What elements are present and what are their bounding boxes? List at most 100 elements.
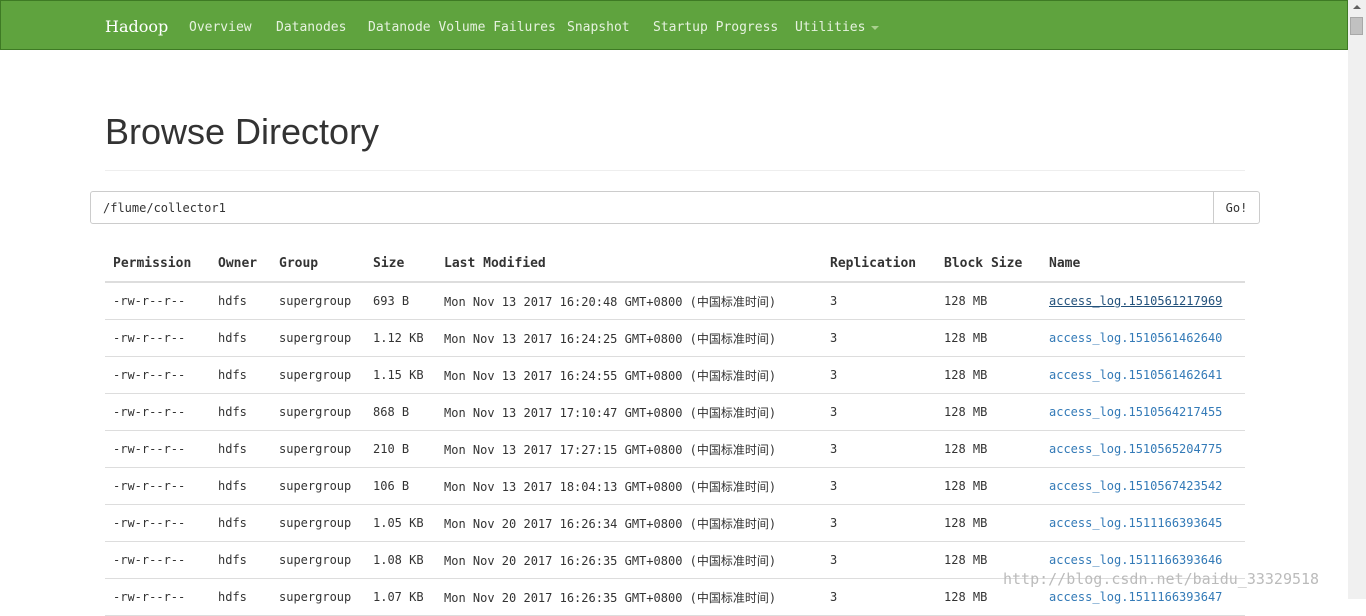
- caret-down-icon: [871, 25, 880, 30]
- cell-last-modified: Mon Nov 13 2017 16:20:48 GMT+0800 (中国标准时…: [436, 282, 822, 320]
- header-name[interactable]: Name: [1041, 246, 1245, 283]
- cell-permission: -rw-r--r--: [105, 504, 210, 542]
- file-link[interactable]: access_log.1510561462641: [1049, 368, 1222, 382]
- cell-group: supergroup: [271, 282, 365, 320]
- directory-path-input[interactable]: [90, 191, 1214, 224]
- table-row: -rw-r--r-- hdfs supergroup 210 B Mon Nov 13 …: [105, 430, 1245, 468]
- header-last-modified[interactable]: Last Modified: [436, 246, 822, 283]
- file-link[interactable]: access_log.1510565204775: [1049, 442, 1222, 456]
- page-title: Browse Directory: [105, 111, 380, 152]
- table-row: -rw-r--r-- hdfs supergroup 1.12 KB Mon Nov 1…: [105, 319, 1245, 357]
- go-button[interactable]: Go!: [1213, 191, 1260, 224]
- table-row: -rw-r--r-- hdfs supergroup 1.08 KB Mon Nov 2…: [105, 541, 1245, 579]
- vertical-scrollbar[interactable]: [1348, 0, 1366, 599]
- cell-permission: -rw-r--r--: [105, 430, 210, 468]
- directory-listing-table: Permission Owner Group Size Last Modifie…: [105, 246, 1245, 616]
- table-body: -rw-r--r-- hdfs supergroup 693 B Mon Nov 13 …: [105, 282, 1245, 616]
- cell-size: 693 B: [365, 282, 436, 320]
- cell-block-size: 128 MB: [936, 504, 1041, 542]
- cell-name: access_log.1510564217455: [1041, 393, 1245, 431]
- cell-permission: -rw-r--r--: [105, 356, 210, 394]
- file-link[interactable]: access_log.1510561217969: [1049, 294, 1222, 308]
- cell-block-size: 128 MB: [936, 356, 1041, 394]
- table-header-row: Permission Owner Group Size Last Modifie…: [105, 246, 1245, 283]
- cell-permission: -rw-r--r--: [105, 467, 210, 505]
- cell-size: 1.15 KB: [365, 356, 436, 394]
- cell-group: supergroup: [271, 504, 365, 542]
- nav-snapshot[interactable]: Snapshot: [567, 20, 630, 35]
- cell-owner: hdfs: [210, 504, 271, 542]
- cell-name: access_log.1510561462641: [1041, 356, 1245, 394]
- header-group[interactable]: Group: [271, 246, 365, 283]
- cell-last-modified: Mon Nov 20 2017 16:26:35 GMT+0800 (中国标准时…: [436, 578, 822, 616]
- cell-owner: hdfs: [210, 578, 271, 616]
- cell-replication: 3: [822, 430, 936, 468]
- cell-block-size: 128 MB: [936, 430, 1041, 468]
- cell-block-size: 128 MB: [936, 541, 1041, 579]
- file-link[interactable]: access_log.1511166393647: [1049, 590, 1222, 604]
- cell-name: access_log.1510565204775: [1041, 430, 1245, 468]
- cell-owner: hdfs: [210, 282, 271, 320]
- cell-block-size: 128 MB: [936, 282, 1041, 320]
- table-row: -rw-r--r-- hdfs supergroup 1.07 KB Mon Nov 2…: [105, 578, 1245, 616]
- cell-group: supergroup: [271, 541, 365, 579]
- cell-replication: 3: [822, 356, 936, 394]
- cell-replication: 3: [822, 467, 936, 505]
- header-replication[interactable]: Replication: [822, 246, 936, 283]
- file-link[interactable]: access_log.1511166393646: [1049, 553, 1222, 567]
- cell-size: 1.12 KB: [365, 319, 436, 357]
- table-row: -rw-r--r-- hdfs supergroup 868 B Mon Nov 13 …: [105, 393, 1245, 431]
- title-divider: [105, 170, 1245, 171]
- cell-name: access_log.1511166393645: [1041, 504, 1245, 542]
- cell-last-modified: Mon Nov 13 2017 18:04:13 GMT+0800 (中国标准时…: [436, 467, 822, 505]
- cell-owner: hdfs: [210, 430, 271, 468]
- cell-permission: -rw-r--r--: [105, 319, 210, 357]
- cell-name: access_log.1510561217969: [1041, 282, 1245, 320]
- table-row: -rw-r--r-- hdfs supergroup 1.15 KB Mon Nov 1…: [105, 356, 1245, 394]
- cell-last-modified: Mon Nov 13 2017 17:27:15 GMT+0800 (中国标准时…: [436, 430, 822, 468]
- header-permission[interactable]: Permission: [105, 246, 210, 283]
- cell-block-size: 128 MB: [936, 319, 1041, 357]
- cell-size: 210 B: [365, 430, 436, 468]
- cell-group: supergroup: [271, 356, 365, 394]
- cell-name: access_log.1511166393646: [1041, 541, 1245, 579]
- file-link[interactable]: access_log.1510561462640: [1049, 331, 1222, 345]
- cell-size: 868 B: [365, 393, 436, 431]
- header-size[interactable]: Size: [365, 246, 436, 283]
- navbar: Hadoop Overview Datanodes Datanode Volum…: [0, 0, 1348, 50]
- cell-replication: 3: [822, 393, 936, 431]
- cell-size: 1.05 KB: [365, 504, 436, 542]
- cell-group: supergroup: [271, 393, 365, 431]
- cell-permission: -rw-r--r--: [105, 541, 210, 579]
- cell-owner: hdfs: [210, 356, 271, 394]
- cell-name: access_log.1510567423542: [1041, 467, 1245, 505]
- scrollbar-thumb[interactable]: [1350, 17, 1363, 35]
- cell-owner: hdfs: [210, 393, 271, 431]
- file-link[interactable]: access_log.1510564217455: [1049, 405, 1222, 419]
- cell-block-size: 128 MB: [936, 578, 1041, 616]
- cell-size: 1.07 KB: [365, 578, 436, 616]
- cell-block-size: 128 MB: [936, 467, 1041, 505]
- cell-last-modified: Mon Nov 13 2017 17:10:47 GMT+0800 (中国标准时…: [436, 393, 822, 431]
- header-owner[interactable]: Owner: [210, 246, 271, 283]
- cell-owner: hdfs: [210, 467, 271, 505]
- nav-overview[interactable]: Overview: [189, 20, 252, 35]
- file-link[interactable]: access_log.1511166393645: [1049, 516, 1222, 530]
- nav-datanode-volume-failures[interactable]: Datanode Volume Failures: [368, 20, 556, 35]
- cell-replication: 3: [822, 282, 936, 320]
- cell-group: supergroup: [271, 467, 365, 505]
- cell-permission: -rw-r--r--: [105, 393, 210, 431]
- cell-replication: 3: [822, 319, 936, 357]
- cell-name: access_log.1511166393647: [1041, 578, 1245, 616]
- file-link[interactable]: access_log.1510567423542: [1049, 479, 1222, 493]
- scroll-up-arrow-icon[interactable]: [1353, 5, 1361, 9]
- header-block-size[interactable]: Block Size: [936, 246, 1041, 283]
- cell-last-modified: Mon Nov 20 2017 16:26:34 GMT+0800 (中国标准时…: [436, 504, 822, 542]
- nav-utilities-dropdown[interactable]: Utilities: [795, 20, 880, 35]
- brand-link[interactable]: Hadoop: [105, 17, 168, 36]
- nav-utilities-label: Utilities: [795, 20, 866, 35]
- cell-group: supergroup: [271, 430, 365, 468]
- nav-startup-progress[interactable]: Startup Progress: [653, 20, 778, 35]
- nav-datanodes[interactable]: Datanodes: [276, 20, 346, 35]
- cell-permission: -rw-r--r--: [105, 282, 210, 320]
